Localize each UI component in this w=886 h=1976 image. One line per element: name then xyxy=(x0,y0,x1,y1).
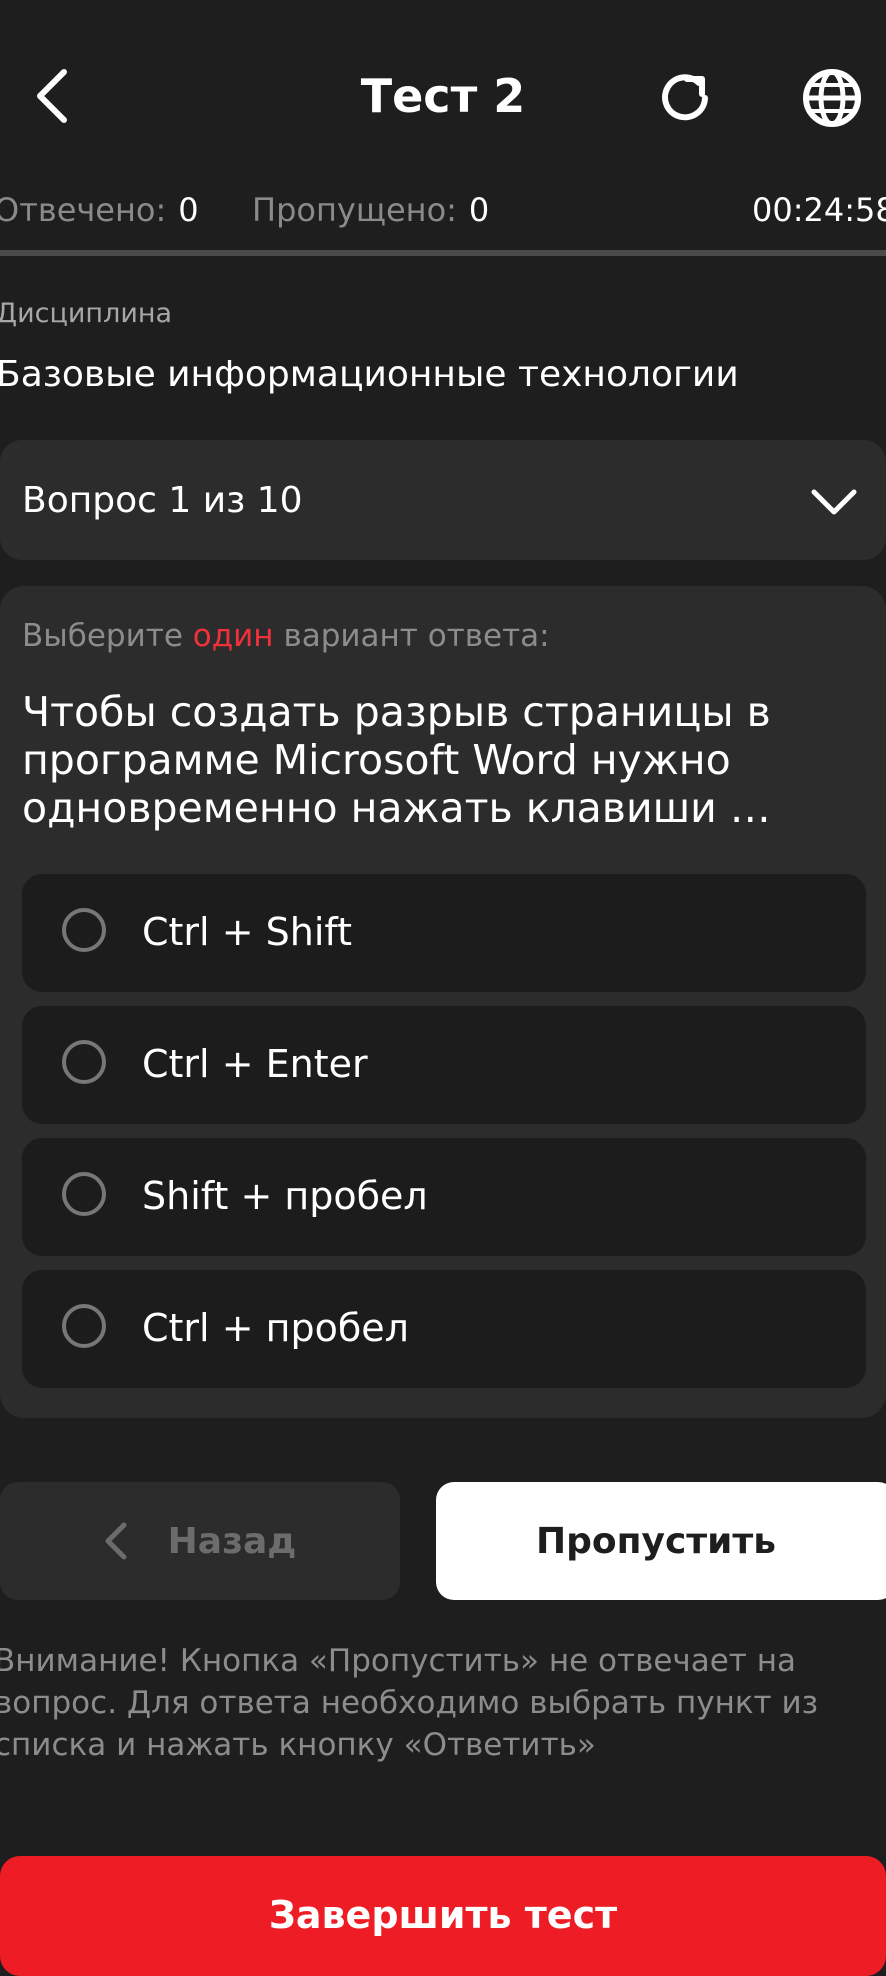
question-selector-label: Вопрос 1 из 10 xyxy=(22,480,303,521)
language-button[interactable] xyxy=(796,62,868,134)
skip-button[interactable]: Пропустить xyxy=(436,1482,886,1600)
answered-value: 0 xyxy=(178,191,199,229)
question-text: Чтобы создать разрыв страницы в программ… xyxy=(22,688,771,832)
radio-button[interactable] xyxy=(62,1304,106,1348)
skipped-stat: Пропущено: 0 xyxy=(252,186,489,234)
answered-label: Отвечено: xyxy=(0,191,167,229)
progress-bar xyxy=(0,250,886,256)
skip-label: Пропустить xyxy=(535,1520,777,1562)
previous-question-button[interactable]: Назад xyxy=(0,1482,400,1600)
radio-button[interactable] xyxy=(62,908,106,952)
timer: 00:24:58 xyxy=(752,191,886,229)
reload-icon xyxy=(662,74,708,121)
answer-option[interactable]: Ctrl + пробел xyxy=(22,1270,866,1388)
answer-option[interactable]: Ctrl + Enter xyxy=(22,1006,866,1124)
answer-option-label: Ctrl + Shift xyxy=(142,910,352,954)
discipline-name: Базовые информационные технологии xyxy=(0,354,739,395)
instruction-prefix: Выберите xyxy=(22,618,183,654)
skipped-value: 0 xyxy=(468,191,490,229)
globe-icon xyxy=(803,69,861,127)
chevron-left-icon xyxy=(104,1521,128,1561)
instruction-suffix: вариант ответа: xyxy=(283,618,550,654)
previous-question-label: Назад xyxy=(167,1520,297,1562)
answered-stat: Отвечено: 0 xyxy=(0,186,199,234)
answer-instruction: Выберите один вариант ответа: xyxy=(22,614,550,658)
answer-option-label: Ctrl + пробел xyxy=(142,1306,409,1350)
skipped-label: Пропущено: xyxy=(252,191,457,229)
finish-test-label: Завершить тест xyxy=(268,1893,618,1937)
chevron-down-icon xyxy=(811,489,857,515)
skip-warning: Внимание! Кнопка «Пропустить» не отвечае… xyxy=(0,1643,819,1763)
radio-button[interactable] xyxy=(62,1172,106,1216)
answer-option-label: Ctrl + Enter xyxy=(142,1042,368,1086)
answer-option[interactable]: Ctrl + Shift xyxy=(22,874,866,992)
answer-option-label: Shift + пробел xyxy=(142,1174,428,1218)
page-title: Тест 2 xyxy=(360,69,526,123)
discipline-label: Дисциплина xyxy=(0,298,173,329)
reload-button[interactable] xyxy=(650,62,722,134)
answer-option[interactable]: Shift + пробел xyxy=(22,1138,866,1256)
instruction-accent: один xyxy=(192,618,274,654)
radio-button[interactable] xyxy=(62,1040,106,1084)
